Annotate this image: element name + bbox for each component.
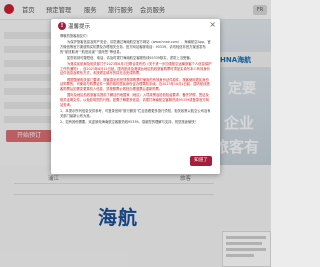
dialog-header: ! 温馨提示 × (51, 19, 220, 33)
dialog-paragraph: 为落实民航局及相关部门于2023年6月7日联合发布的《关于进一步加强航空运输旅客… (60, 61, 212, 76)
dialog-paragraph: 2、如有其他需要，欢迎致电海南航空客服热线95339。感谢您的理解与支持，祝您旅… (60, 119, 198, 124)
notice-dialog: ! 温馨提示 × 尊敬的旅客朋友们： 为保护旅客信息及财产安全，请您通过海南航空官… (51, 19, 220, 174)
warning-icon: ! (58, 22, 66, 30)
dialog-body: 尊敬的旅客朋友们： 为保护旅客信息及财产安全，请您通过海南航空官方网站（www.h… (60, 34, 212, 154)
dialog-paragraph: 1、本提示所列信息仅供参考，可登录官网“旅行服务”栏目查看更多旅行须知，相关政策… (60, 108, 211, 118)
dialog-paragraph: 如您收到可疑短信、电话，请及时拨打海南航空客服热线95339核实，谨防上当受骗。 (67, 55, 193, 60)
dialog-paragraph: 为保护旅客信息及财产安全，请您通过海南航空官方网站（www.hnair.com）… (60, 40, 211, 54)
close-icon[interactable]: × (209, 20, 216, 30)
dialog-paragraph: 国际及地区航线旅客请提前了解目的地国家（地区）入境政策及检验检疫要求，备齐护照、… (60, 93, 209, 107)
dialog-title: 温馨提示 (68, 24, 91, 30)
confirm-button[interactable]: 知道了 (190, 156, 212, 166)
dialog-paragraph: 根据国家相关部门要求，旅客乘坐航班须携带购票时使用的有效身份证件原件。旅客使用居… (60, 77, 210, 92)
dialog-paragraph: 尊敬的旅客朋友们： (60, 34, 90, 38)
